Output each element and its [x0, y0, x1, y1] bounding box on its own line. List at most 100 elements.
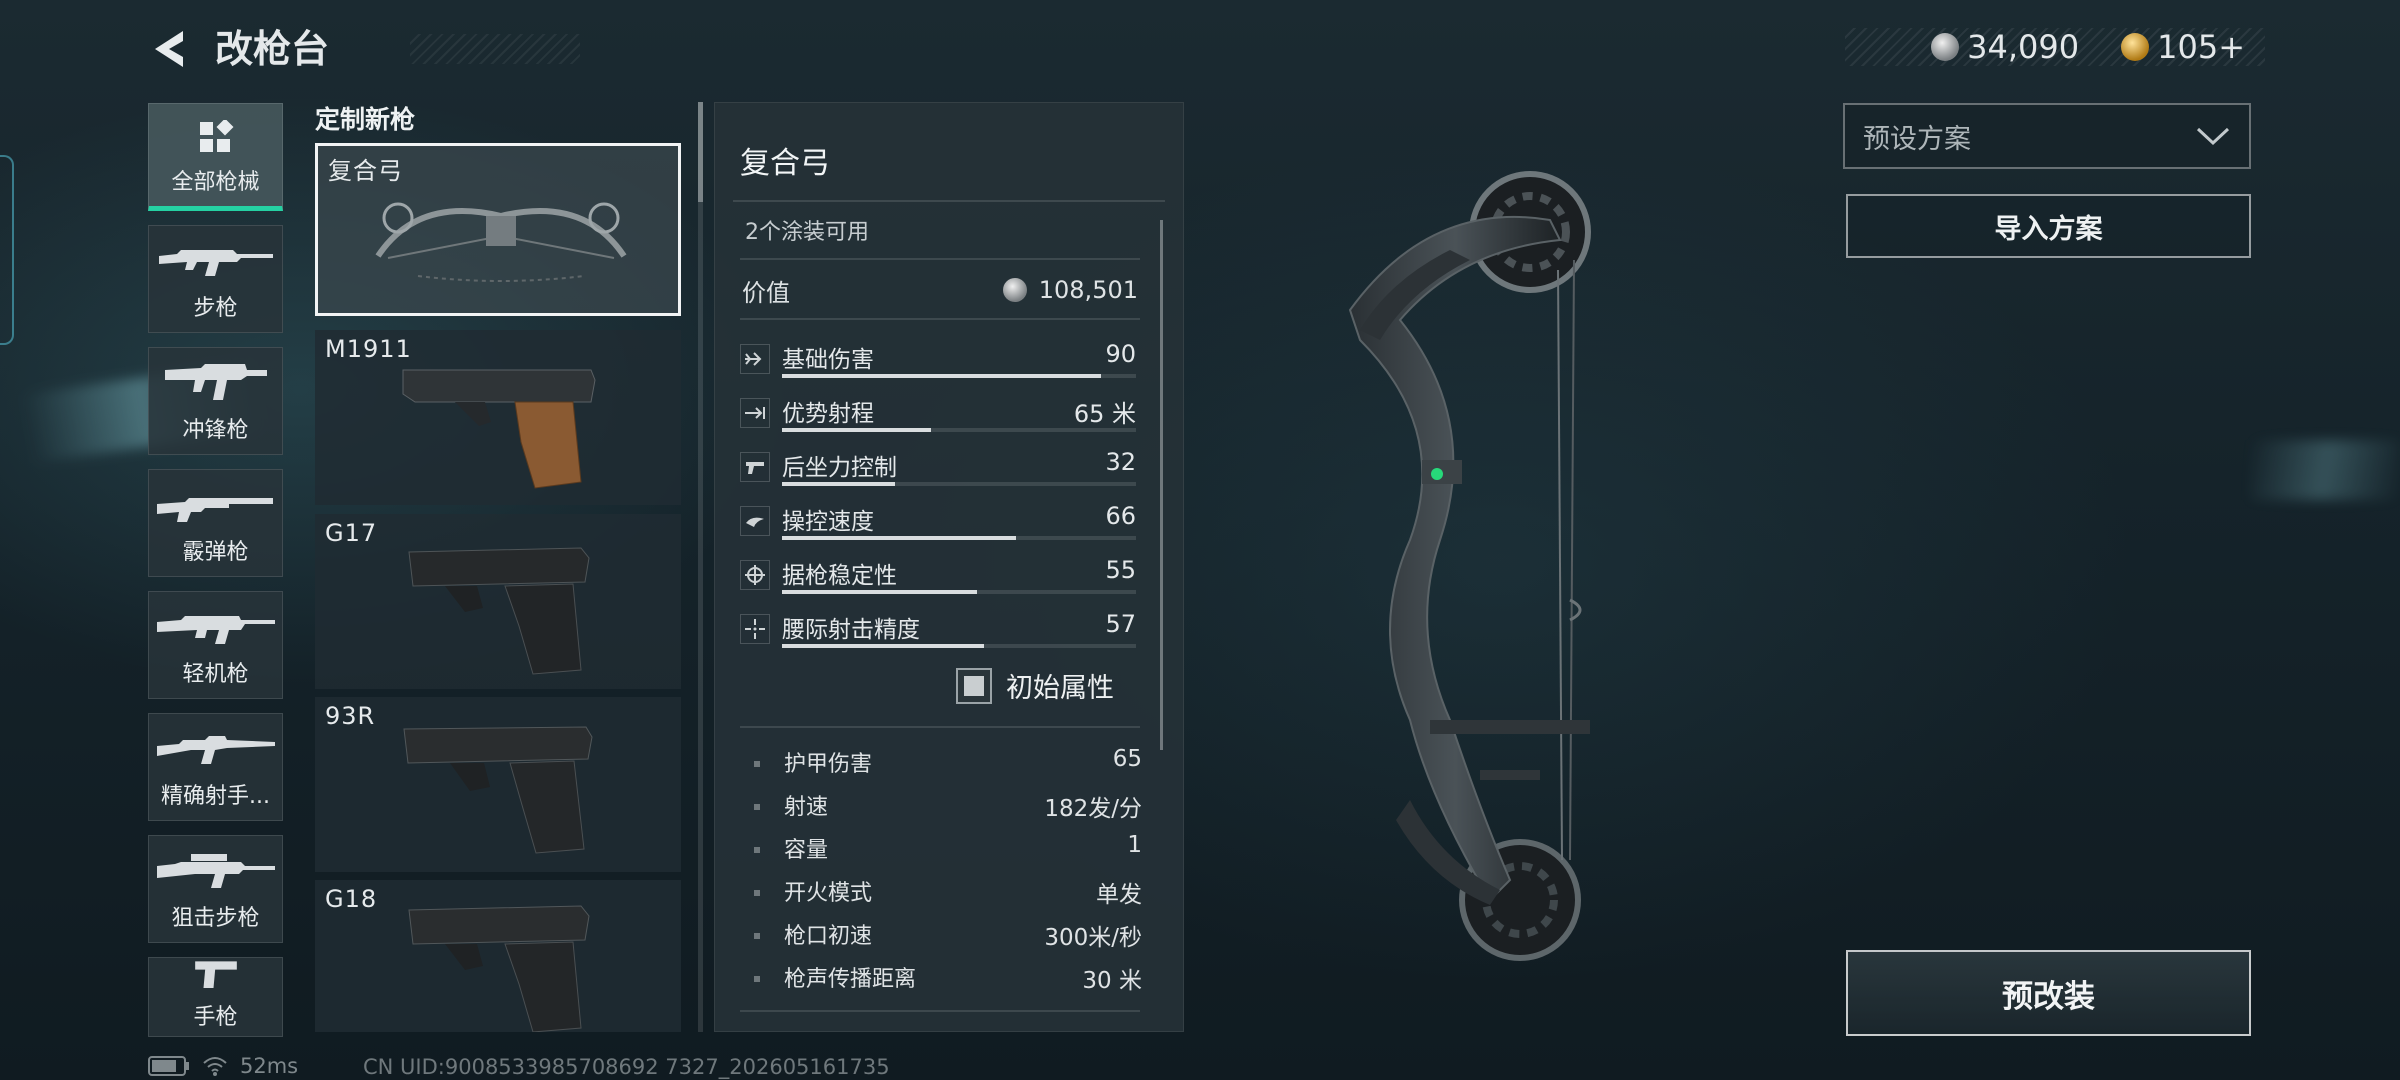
weapon-card-compound-bow[interactable]: 复合弓	[315, 143, 681, 316]
category-label: 冲锋枪	[182, 418, 249, 443]
category-rifle[interactable]: 步枪	[148, 225, 283, 333]
crosshair-icon	[740, 560, 770, 590]
category-smg[interactable]: 冲锋枪	[148, 347, 283, 455]
stat-bar	[782, 536, 1136, 540]
stat-hipfire-accuracy: 腰际射击精度 57	[740, 608, 1140, 658]
category-label: 霰弹枪	[182, 540, 249, 565]
skins-available[interactable]: 2个涂装可用	[745, 214, 869, 246]
stat-value: 90	[1105, 340, 1136, 368]
pre-modify-button[interactable]: 预改装	[1846, 950, 2251, 1036]
attr-value: 单发	[1096, 882, 1142, 908]
shotgun-icon	[156, 498, 273, 522]
wifi-icon	[203, 1057, 227, 1076]
pistol-icon	[194, 961, 237, 988]
attr-capacity: 容量 1	[752, 832, 1144, 868]
attr-value: 300米/秒	[1044, 925, 1142, 951]
side-edge-tab[interactable]	[0, 155, 14, 345]
stat-value: 57	[1105, 610, 1136, 638]
category-label: 步枪	[193, 296, 238, 321]
attr-sound-range: 枪声传播距离 30 米	[752, 961, 1144, 997]
stat-name: 操控速度	[782, 509, 874, 535]
divider	[733, 200, 1165, 202]
lmg-icon	[156, 616, 275, 644]
weapon-list-scrollbar[interactable]	[698, 102, 703, 1032]
category-lmg[interactable]: 轻机枪	[148, 591, 283, 699]
stat-name: 优势射程	[782, 401, 874, 427]
attr-name: 枪声传播距离	[784, 967, 917, 992]
stat-value: 32	[1105, 448, 1136, 476]
back-button[interactable]	[145, 25, 193, 73]
preset-dropdown[interactable]: 预设方案	[1843, 103, 2251, 169]
g17-pistol-image	[408, 547, 590, 675]
category-pistol[interactable]: 手枪	[148, 957, 283, 1037]
attr-muzzle-velocity: 枪口初速 300米/秒	[752, 918, 1144, 954]
attr-value: 30 米	[1082, 968, 1142, 994]
gold-coin-balance: 105+	[2157, 28, 2245, 66]
g18-pistol-image	[408, 905, 590, 1032]
stat-bar	[782, 644, 1136, 648]
weapon-list-title: 定制新枪	[315, 105, 416, 134]
compound-bow-image	[375, 202, 627, 282]
category-label: 手枪	[193, 1005, 238, 1026]
category-shotgun[interactable]: 霰弹枪	[148, 469, 283, 577]
weapon-value-amount: 108,501	[1038, 276, 1138, 304]
stat-recoil-control: 后坐力控制 32	[740, 446, 1140, 496]
category-marksman-rifle[interactable]: 精确射手...	[148, 713, 283, 821]
silver-coin-balance: 34,090	[1967, 28, 2080, 66]
ping-value: 52ms	[240, 1054, 299, 1078]
category-label: 轻机枪	[182, 662, 249, 687]
handling-icon	[740, 506, 770, 536]
weapon-name: 复合弓	[740, 146, 830, 181]
attr-name: 护甲伤害	[784, 752, 873, 777]
stat-name: 据枪稳定性	[782, 563, 897, 589]
stat-bar	[782, 374, 1136, 378]
gold-coin-topup[interactable]: 105+	[2121, 28, 2245, 66]
weapon-card-name: G17	[325, 519, 378, 547]
stat-name: 基础伤害	[782, 347, 874, 373]
divider	[740, 726, 1140, 728]
sniper-rifle-icon	[156, 854, 275, 888]
attr-armor-damage: 护甲伤害 65	[752, 746, 1144, 782]
weapon-card-m1911[interactable]: M1911	[315, 330, 681, 505]
smg-icon	[164, 364, 267, 400]
rifle-icon	[158, 250, 273, 276]
initial-attributes-toggle[interactable]: 初始属性	[956, 666, 1114, 705]
stat-bar	[782, 590, 1136, 594]
stat-bar	[782, 482, 1136, 486]
initial-attributes-label: 初始属性	[1006, 673, 1114, 704]
m1911-pistol-image	[402, 369, 596, 489]
back-arrow-icon	[155, 31, 183, 67]
weapon-card-name: G18	[325, 885, 378, 913]
category-label: 精确射手...	[161, 784, 270, 809]
stat-value: 66	[1105, 502, 1136, 530]
hipfire-icon	[740, 614, 770, 644]
weapon-card-g18[interactable]: G18	[315, 880, 681, 1032]
category-all-weapons[interactable]: 全部枪械	[148, 103, 283, 211]
stat-value: 55	[1105, 556, 1136, 584]
divider	[740, 258, 1140, 260]
marksman-rifle-icon	[156, 736, 275, 764]
category-label: 全部枪械	[171, 170, 260, 195]
stat-name: 腰际射击精度	[782, 617, 920, 643]
chevron-down-icon	[2196, 127, 2230, 146]
import-preset-button[interactable]: 导入方案	[1846, 194, 2251, 258]
weapon-list-scroll-thumb[interactable]	[698, 102, 703, 202]
divider	[740, 1010, 1140, 1012]
all-weapons-icon	[199, 120, 233, 152]
stat-aim-stability: 据枪稳定性 55	[740, 554, 1140, 604]
initial-attributes-checkbox[interactable]	[956, 667, 992, 704]
category-sniper-rifle[interactable]: 狙击步枪	[148, 835, 283, 943]
attr-name: 枪口初速	[784, 924, 873, 949]
range-icon	[740, 398, 770, 428]
category-label: 狙击步枪	[171, 906, 260, 931]
weapon-card-g17[interactable]: G17	[315, 514, 681, 689]
weapon-card-93r[interactable]: 93R	[315, 697, 681, 872]
attr-fire-mode: 开火模式 单发	[752, 875, 1144, 911]
value-label: 价值	[742, 279, 790, 307]
attr-value: 65	[1112, 746, 1142, 772]
attr-value: 182发/分	[1044, 796, 1142, 822]
silver-coin-icon	[1931, 33, 1960, 61]
compound-bow-model	[1348, 171, 1591, 961]
details-scrollbar[interactable]	[1160, 220, 1163, 750]
attr-name: 开火模式	[784, 881, 873, 906]
